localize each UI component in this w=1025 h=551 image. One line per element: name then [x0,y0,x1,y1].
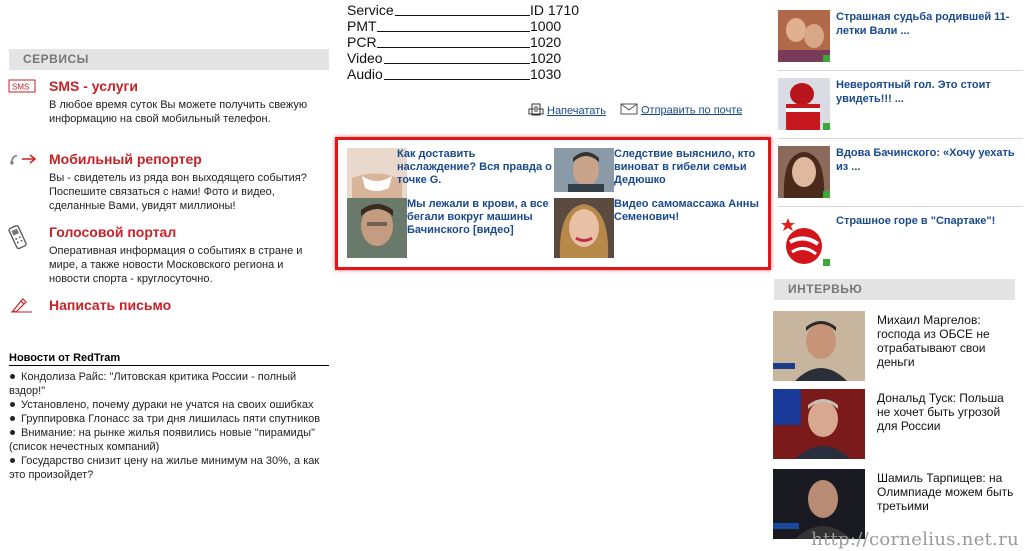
service-letter-title[interactable]: Написать письмо [49,297,171,313]
list-item[interactable]: Внимание: на рынке жилья появились новые… [9,426,329,454]
redtram-list: Кондолиза Райс: "Литовская критика Росси… [9,370,329,482]
service-sms-title[interactable]: SMS - услуги [49,78,138,94]
interview-item[interactable]: Михаил Маргелов: господа из ОБСЕ не отра… [773,311,1018,381]
pen-icon [8,297,38,321]
service-voice-desc: Оперативная информация о событиях в стра… [49,245,303,285]
interview-item[interactable]: Дональд Туск: Польша не хочет быть угроз… [773,389,1018,459]
list-item[interactable]: Группировка Глонасс за три дня лишилась … [9,412,329,426]
interview-header: ИНТЕРВЬЮ [774,279,1015,300]
interview-thumb[interactable] [773,389,865,459]
service-reporter-desc: Вы - свидетель из ряда вон выходящего со… [49,172,307,212]
envelope-icon [620,103,638,118]
promo-item[interactable]: Видео самомассажа Анны Семенович! [554,198,764,258]
email-link[interactable]: Отправить по почте [620,103,742,118]
svg-text:SMS: SMS [12,83,29,92]
promo-thumb[interactable] [554,198,614,258]
list-item[interactable]: Установлено, почему дураки не учатся на … [9,398,329,412]
services-header: СЕРВИСЫ [9,49,329,70]
watermark: http://cornelius.net.ru [811,529,1019,550]
list-item[interactable]: Государство снизит цену на жилье минимум… [9,454,329,482]
print-link[interactable]: Напечатать [528,103,606,119]
service-voice-title[interactable]: Голосовой портал [49,224,176,240]
list-item[interactable]: Кондолиза Райс: "Литовская критика Росси… [9,370,329,398]
phone-icon [8,224,38,250]
reporter-icon [8,151,38,175]
redtram-title: Новости от RedTram [9,352,329,366]
promo-thumb[interactable] [347,198,407,258]
sms-icon: SMS [8,78,38,102]
print-icon [528,103,544,119]
right-news-item[interactable]: Вдова Бачинского: «Хочу уехать из ... [778,146,1023,208]
right-news-item[interactable]: Страшная судьба родившей 11-летки Вали .… [778,10,1023,72]
service-reporter-title[interactable]: Мобильный репортер [49,151,202,167]
interview-thumb[interactable] [773,311,865,381]
service-sms-desc: В любое время суток Вы можете получить с… [49,99,308,125]
right-news-item[interactable]: Невероятный гол. Это стоит увидеть!!! ..… [778,78,1023,140]
right-news-item[interactable]: Страшное горе в "Спартаке"! [778,214,1023,276]
promo-item[interactable]: Мы лежали в крови, а все бегали вокруг м… [347,198,557,258]
